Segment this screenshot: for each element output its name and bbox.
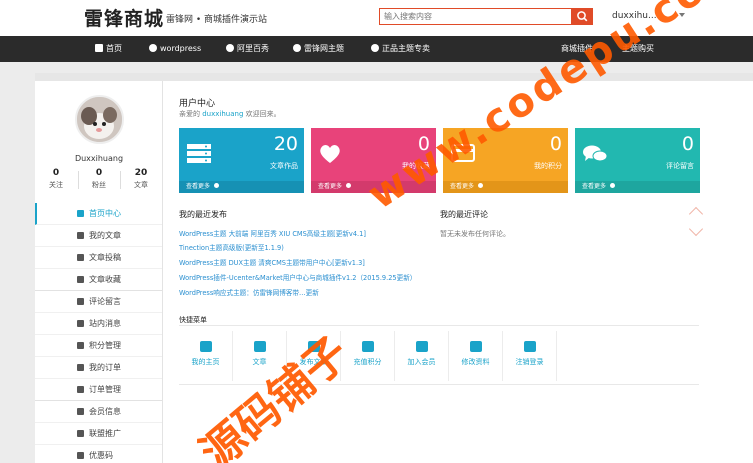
nav-item-home[interactable]: 首页 (95, 36, 122, 62)
quick-menu-title: 快捷菜单 (179, 316, 207, 324)
sidebar-menu: 首页中心 我的文章 文章投稿 文章收藏 评论留言 站内消息 积分管理 我的订单 … (35, 203, 162, 463)
chevron-up-icon[interactable] (688, 206, 704, 222)
arrow-circle-icon (610, 183, 616, 188)
sidebar-item-comments[interactable]: 评论留言 (35, 291, 162, 313)
quick-join-vip[interactable]: 加入会员 (395, 331, 449, 381)
search-input[interactable] (379, 8, 572, 25)
star-icon (77, 276, 84, 283)
stat-following[interactable]: 0 关注 (36, 168, 76, 190)
nav-item-genuine-themes[interactable]: 正品主题专卖 (371, 36, 430, 62)
tile-posts-label: 文章作品 (270, 162, 298, 170)
quick-logout[interactable]: 注销登录 (503, 331, 557, 381)
user-icon (77, 408, 84, 415)
tile-comments-label: 评论留言 (666, 162, 694, 170)
welcome-username[interactable]: duxxihuang (202, 110, 243, 118)
recent-post-link[interactable]: WordPress主题 DUX主题 清爽CMS主题带用户中心[更新v1.3] (179, 257, 365, 267)
sidebar-item-affiliate[interactable]: 联盟推广 (35, 423, 162, 445)
wordpress-icon (226, 44, 234, 52)
sidebar-item-messages[interactable]: 站内消息 (35, 313, 162, 335)
nav-item-leifeng-theme[interactable]: 雷锋网主题 (293, 36, 344, 62)
cube-icon (77, 232, 84, 239)
recent-comments-title: 我的最近评论 (440, 210, 488, 219)
sidebar-item-my-posts[interactable]: 我的文章 (35, 225, 162, 247)
tile-posts-more[interactable]: 查看更多 (179, 181, 304, 193)
edit-icon (77, 254, 84, 261)
arrow-circle-icon (346, 183, 352, 188)
sidebar-username: Duxxihuang (74, 154, 124, 163)
site-tagline: 雷锋网 • 商城插件演示站 (166, 15, 268, 25)
user-center-panel: Duxxihuang 0 关注 0 粉丝 20 文章 首页中心 我的文章 文章投… (35, 73, 753, 463)
link-icon (77, 430, 84, 437)
envelope-icon (77, 320, 84, 327)
search-icon (577, 11, 588, 22)
credit-card-icon (361, 341, 374, 352)
tile-posts[interactable]: 20 文章作品 查看更多 (179, 128, 304, 193)
stat-following-label: 关注 (49, 181, 63, 189)
tile-comments-count: 0 (681, 133, 694, 155)
recent-post-link[interactable]: WordPress插件-Ucenter&Market用户中心与商城插件v1.2（… (179, 272, 416, 282)
page-title: 用户中心 (179, 99, 216, 109)
tile-points-label: 我的积分 (534, 162, 562, 170)
list-icon (77, 386, 84, 393)
stat-posts-count: 20 (134, 168, 148, 178)
dashboard-icon (77, 210, 84, 217)
tile-posts-count: 20 (273, 133, 298, 155)
tile-comments-more[interactable]: 查看更多 (575, 181, 700, 193)
no-comments-text: 暂无未发布任何评论。 (440, 230, 510, 238)
tag-icon (77, 452, 84, 459)
home-icon (95, 44, 103, 52)
sidebar-item-favorites[interactable]: 文章收藏 (35, 269, 162, 291)
stat-posts[interactable]: 20 文章 (121, 168, 161, 190)
power-icon (523, 341, 536, 352)
page: 雷锋商城 雷锋网 • 商城插件演示站 duxxihu... 首页 wordpre… (0, 0, 753, 463)
sidebar-item-coupon[interactable]: 优惠码 (35, 445, 162, 463)
sidebar: Duxxihuang 0 关注 0 粉丝 20 文章 首页中心 我的文章 文章投… (35, 81, 163, 463)
cart-icon (77, 364, 84, 371)
stat-followers[interactable]: 0 粉丝 (79, 168, 119, 190)
recent-post-link[interactable]: WordPress主题 大前端 阿里百秀 XIU CMS高级主题[更新v4.1] (179, 228, 366, 238)
tile-points-count: 0 (549, 133, 562, 155)
quick-my-home[interactable]: 我的主页 (179, 331, 233, 381)
sidebar-item-home[interactable]: 首页中心 (35, 203, 162, 225)
stat-posts-label: 文章 (134, 181, 148, 189)
sidebar-item-submit-post[interactable]: 文章投稿 (35, 247, 162, 269)
user-icon (415, 341, 428, 352)
search-box (379, 8, 593, 25)
comment-icon (77, 298, 84, 305)
panel-top-strip (35, 73, 753, 81)
server-icon (187, 144, 211, 163)
recent-post-link[interactable]: Tinection主题高级版(更新至1.1.9) (179, 242, 284, 252)
arrow-circle-icon (214, 183, 220, 188)
nav-item-wordpress[interactable]: wordpress (149, 36, 201, 62)
welcome-text: 亲爱的 duxxihuang 欢迎回来。 (179, 110, 281, 118)
sidebar-item-my-orders[interactable]: 我的订单 (35, 357, 162, 379)
sidebar-item-points[interactable]: 积分管理 (35, 335, 162, 357)
recent-posts-title: 我的最近发布 (179, 210, 227, 219)
recent-post-link[interactable]: WordPress响应式主题：仿雷锋网博客带…更新 (179, 287, 319, 297)
avatar-image (77, 97, 122, 142)
stat-followers-count: 0 (95, 168, 103, 178)
document-icon (253, 341, 266, 352)
site-logo[interactable]: 雷锋商城 (84, 4, 164, 31)
credit-card-icon (77, 342, 84, 349)
sidebar-item-membership[interactable]: 会员信息 (35, 401, 162, 423)
tile-points-more[interactable]: 查看更多 (443, 181, 568, 193)
stat-followers-label: 粉丝 (92, 181, 106, 189)
sidebar-item-order-admin[interactable]: 订单管理 (35, 379, 162, 401)
arrow-circle-icon (478, 183, 484, 188)
stat-following-count: 0 (52, 168, 60, 178)
quick-edit-profile[interactable]: 修改资料 (449, 331, 503, 381)
tile-comments[interactable]: 0 评论留言 查看更多 (575, 128, 700, 193)
comments-icon (583, 145, 607, 162)
nav-item-alibaixiu[interactable]: 阿里百秀 (226, 36, 269, 62)
search-button[interactable] (572, 8, 593, 25)
wordpress-icon (293, 44, 301, 52)
home-icon (199, 341, 212, 352)
avatar[interactable] (75, 95, 124, 144)
chevron-down-icon[interactable] (688, 221, 704, 237)
heart-icon (320, 145, 340, 163)
gear-icon (469, 341, 482, 352)
check-circle-icon (371, 44, 379, 52)
wordpress-icon (149, 44, 157, 52)
